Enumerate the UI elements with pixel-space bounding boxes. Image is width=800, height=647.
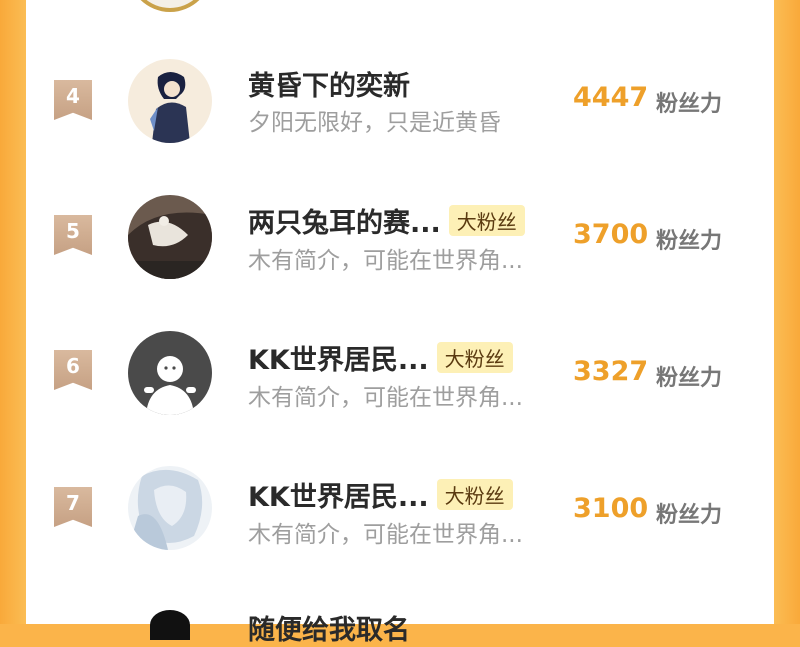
rank-badge: 4 — [54, 80, 92, 120]
fan-count: 4447 — [573, 82, 649, 113]
user-name[interactable]: 黄昏下的奕新 — [248, 64, 410, 103]
fan-count: 3700 — [573, 219, 649, 250]
user-bio: 木有简介，可能在世界角... — [248, 385, 523, 411]
user-name[interactable]: 随便给我取名 — [248, 608, 410, 647]
user-bio: 木有简介，可能在世界角... — [248, 248, 523, 274]
rank-badge: 5 — [54, 215, 92, 255]
list-item[interactable]: 6 KK世界居民... 大粉丝 木有简介，可能在世界角... 3327 粉丝力 — [0, 314, 800, 434]
fan-count-label: 粉丝力 — [656, 503, 723, 528]
fan-count-label: 粉丝力 — [656, 366, 723, 391]
list-item[interactable]: 4 黄昏下的奕新 夕阳无限好，只是近黄昏 4447 粉丝力 — [0, 40, 800, 160]
fan-level-badge: 大粉丝 — [436, 478, 513, 510]
avatar[interactable] — [150, 610, 190, 640]
fan-count: 3327 — [573, 356, 649, 387]
avatar[interactable] — [128, 195, 212, 279]
user-name[interactable]: 两只兔耳的赛... — [248, 201, 441, 240]
avatar[interactable] — [128, 331, 212, 415]
avatar[interactable] — [128, 59, 212, 143]
user-bio: 木有简介，可能在世界角... — [248, 522, 523, 548]
fan-count-label: 粉丝力 — [656, 92, 723, 117]
fan-level-badge: 大粉丝 — [448, 204, 525, 236]
user-name[interactable]: KK世界居民... — [248, 475, 429, 514]
list-item[interactable]: 7 KK世界居民... 大粉丝 木有简介，可能在世界角... 3100 粉丝力 — [0, 451, 800, 571]
fan-level-badge: 大粉丝 — [436, 341, 513, 373]
rank-badge: 6 — [54, 350, 92, 390]
list-item[interactable]: 5 两只兔耳的赛... 大粉丝 木有简介，可能在世界角... 3700 粉丝力 — [0, 177, 800, 297]
fan-count-label: 粉丝力 — [656, 229, 723, 254]
avatar[interactable] — [128, 466, 212, 550]
rank-badge: 7 — [54, 487, 92, 527]
user-bio: 夕阳无限好，只是近黄昏 — [248, 110, 501, 136]
fan-count: 3100 — [573, 493, 649, 524]
user-name[interactable]: KK世界居民... — [248, 338, 429, 377]
